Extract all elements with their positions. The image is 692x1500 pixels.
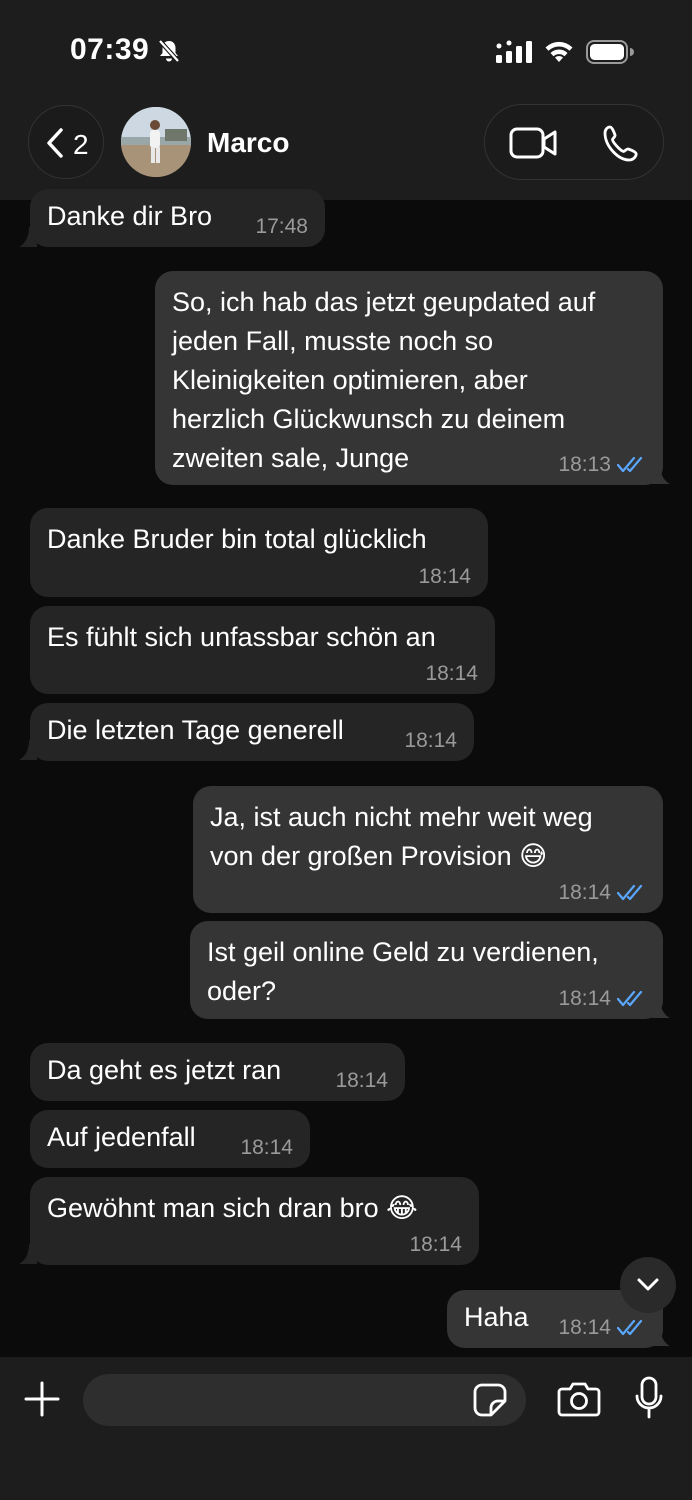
battery-icon bbox=[586, 40, 634, 69]
read-receipt-icon bbox=[617, 1319, 643, 1336]
message-outgoing[interactable]: Ist geil online Geld zu verdienen, oder?… bbox=[190, 921, 663, 1019]
chevron-down-icon bbox=[637, 1278, 659, 1291]
signal-icon bbox=[496, 40, 534, 69]
message-line: von der großen Provision 😅 bbox=[210, 841, 548, 871]
message-time: 18:14 bbox=[558, 881, 611, 904]
read-receipt-icon bbox=[617, 990, 643, 1007]
message-line: herzlich Glückwunsch zu deinem bbox=[172, 404, 566, 434]
message-line: Kleinigkeiten optimieren, aber bbox=[172, 365, 528, 395]
message-incoming[interactable]: Die letzten Tage generell 18:14 bbox=[30, 703, 474, 761]
message-time: 18:13 bbox=[558, 453, 611, 476]
message-time: 18:14 bbox=[335, 1069, 388, 1092]
message-time: 18:14 bbox=[558, 987, 611, 1010]
message-outgoing[interactable]: So, ich hab das jetzt geupdated auf jede… bbox=[155, 271, 663, 485]
call-actions bbox=[484, 104, 664, 180]
message-text: Gewöhnt man sich dran bro 😂 bbox=[47, 1193, 418, 1223]
compose-bar bbox=[0, 1357, 692, 1500]
message-time: 18:14 bbox=[240, 1136, 293, 1159]
message-text: Haha bbox=[464, 1302, 529, 1332]
message-time: 18:14 bbox=[425, 662, 478, 685]
message-time: 18:14 bbox=[409, 1233, 462, 1256]
message-text: Danke Bruder bin total glücklich bbox=[47, 524, 427, 554]
microphone-icon[interactable] bbox=[634, 1376, 664, 1425]
message-incoming[interactable]: Da geht es jetzt ran 18:14 bbox=[30, 1043, 405, 1101]
status-time: 07:39 bbox=[70, 33, 150, 66]
message-line: Ist geil online Geld zu verdienen, bbox=[207, 937, 599, 967]
plus-icon[interactable] bbox=[24, 1381, 60, 1422]
message-time: 18:14 bbox=[558, 1316, 611, 1339]
message-outgoing[interactable]: Ja, ist auch nicht mehr weit weg von der… bbox=[193, 786, 663, 913]
message-line: Ja, ist auch nicht mehr weit weg bbox=[210, 802, 593, 832]
scroll-to-bottom-button[interactable] bbox=[620, 1257, 676, 1313]
phone-icon[interactable] bbox=[601, 124, 641, 169]
status-bar: 07:39 bbox=[0, 0, 692, 100]
message-incoming[interactable]: Es fühlt sich unfassbar schön an 18:14 bbox=[30, 606, 495, 694]
bell-slash-icon bbox=[156, 38, 182, 69]
message-text: Es fühlt sich unfassbar schön an bbox=[47, 622, 436, 652]
video-call-icon[interactable] bbox=[509, 126, 559, 165]
unread-count: 2 bbox=[73, 129, 89, 160]
message-time: 18:14 bbox=[404, 729, 457, 752]
avatar[interactable] bbox=[121, 107, 191, 177]
chevron-left-icon bbox=[47, 128, 63, 158]
chat-header: 2 Marco bbox=[0, 100, 692, 200]
message-time: 18:14 bbox=[418, 565, 471, 588]
sticker-icon[interactable] bbox=[473, 1383, 507, 1422]
message-incoming[interactable]: Gewöhnt man sich dran bro 😂 18:14 bbox=[30, 1177, 479, 1265]
message-input[interactable] bbox=[83, 1374, 526, 1426]
message-text: Auf jedenfall bbox=[47, 1122, 196, 1152]
message-incoming[interactable]: Danke Bruder bin total glücklich 18:14 bbox=[30, 508, 488, 597]
contact-name[interactable]: Marco bbox=[207, 127, 289, 159]
read-receipt-icon bbox=[617, 456, 643, 473]
camera-icon[interactable] bbox=[557, 1381, 601, 1422]
message-incoming[interactable]: Auf jedenfall 18:14 bbox=[30, 1110, 310, 1168]
back-button[interactable]: 2 bbox=[28, 105, 104, 179]
wifi-icon bbox=[543, 38, 575, 69]
message-incoming[interactable]: Danke dir Bro 17:48 bbox=[30, 189, 325, 247]
message-time: 17:48 bbox=[255, 215, 308, 238]
message-text: Die letzten Tage generell bbox=[47, 715, 344, 745]
message-line: jeden Fall, musste noch so bbox=[172, 326, 494, 356]
read-receipt-icon bbox=[617, 884, 643, 901]
message-text: Danke dir Bro bbox=[47, 201, 213, 231]
message-line: So, ich hab das jetzt geupdated auf bbox=[172, 287, 596, 317]
chat-screen: 07:39 2 Marco Danke dir Bro 17:48 So, ic… bbox=[0, 0, 692, 1500]
message-text: Da geht es jetzt ran bbox=[47, 1055, 282, 1085]
